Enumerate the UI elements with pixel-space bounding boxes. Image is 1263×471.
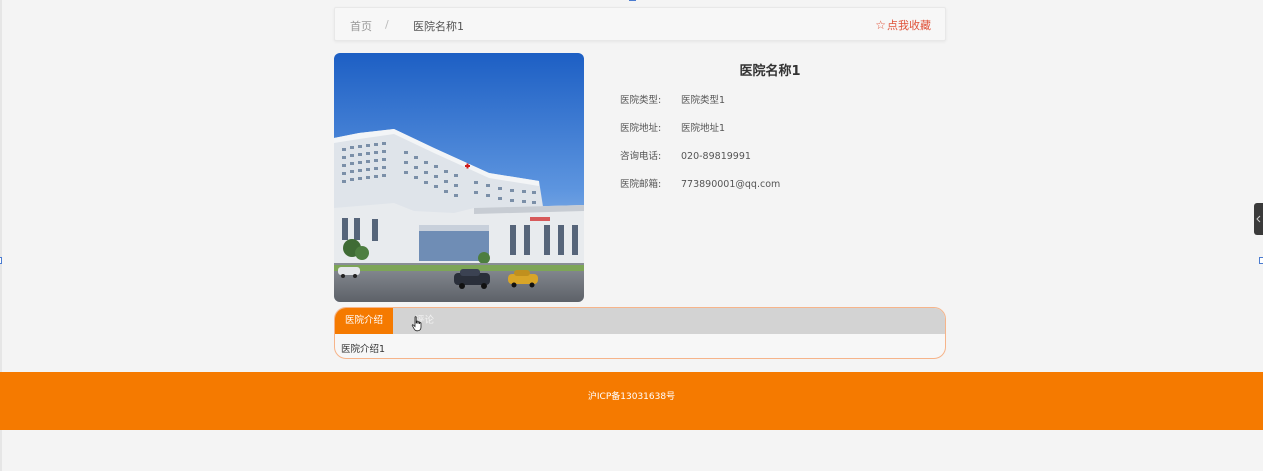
info-label: 医院地址:: [620, 123, 662, 134]
info-row-type: 医院类型: 医院类型1: [620, 92, 725, 106]
breadcrumb-home-link[interactable]: 首页: [350, 18, 372, 34]
info-value: 020-89819991: [681, 151, 751, 162]
info-row-phone: 咨询电话: 020-89819991: [620, 148, 751, 162]
left-resize-handle: [0, 257, 2, 264]
hospital-name: 医院名称1: [739, 64, 801, 79]
hospital-photo: [334, 53, 584, 302]
breadcrumb-separator: /: [385, 18, 389, 31]
info-label: 咨询电话:: [620, 151, 662, 162]
side-panel-toggle[interactable]: [1254, 203, 1263, 235]
chevron-left-icon: [1256, 215, 1261, 223]
footer: 沪ICP备13031638号: [0, 372, 1263, 430]
tabs-panel: 医院介绍 评论 医院介绍1: [334, 307, 946, 359]
info-row-email: 医院邮箱: 773890001@qq.com: [620, 176, 780, 190]
info-value: 医院类型1: [681, 95, 726, 106]
info-row-address: 医院地址: 医院地址1: [620, 120, 725, 134]
top-resize-handle: [629, 0, 636, 1]
tab-strip: 医院介绍 评论: [335, 308, 945, 334]
info-label: 医院邮箱:: [620, 179, 662, 190]
footer-icp-text: 沪ICP备13031638号: [587, 392, 676, 402]
tab-hospital-intro[interactable]: 医院介绍: [335, 308, 393, 334]
breadcrumb: 首页 / 医院名称1 ☆点我收藏: [334, 7, 946, 41]
star-outline-icon: ☆: [875, 18, 886, 32]
favorite-button-label: 点我收藏: [887, 19, 931, 32]
info-label: 医院类型:: [620, 95, 662, 106]
favorite-button[interactable]: ☆点我收藏: [875, 17, 931, 33]
tab-content-text: 医院介绍1: [341, 344, 386, 355]
breadcrumb-current: 医院名称1: [413, 20, 464, 33]
info-value: 773890001@qq.com: [681, 179, 781, 190]
right-resize-handle: [1259, 257, 1263, 264]
hand-cursor-icon: [411, 316, 422, 332]
info-value: 医院地址1: [681, 123, 726, 134]
